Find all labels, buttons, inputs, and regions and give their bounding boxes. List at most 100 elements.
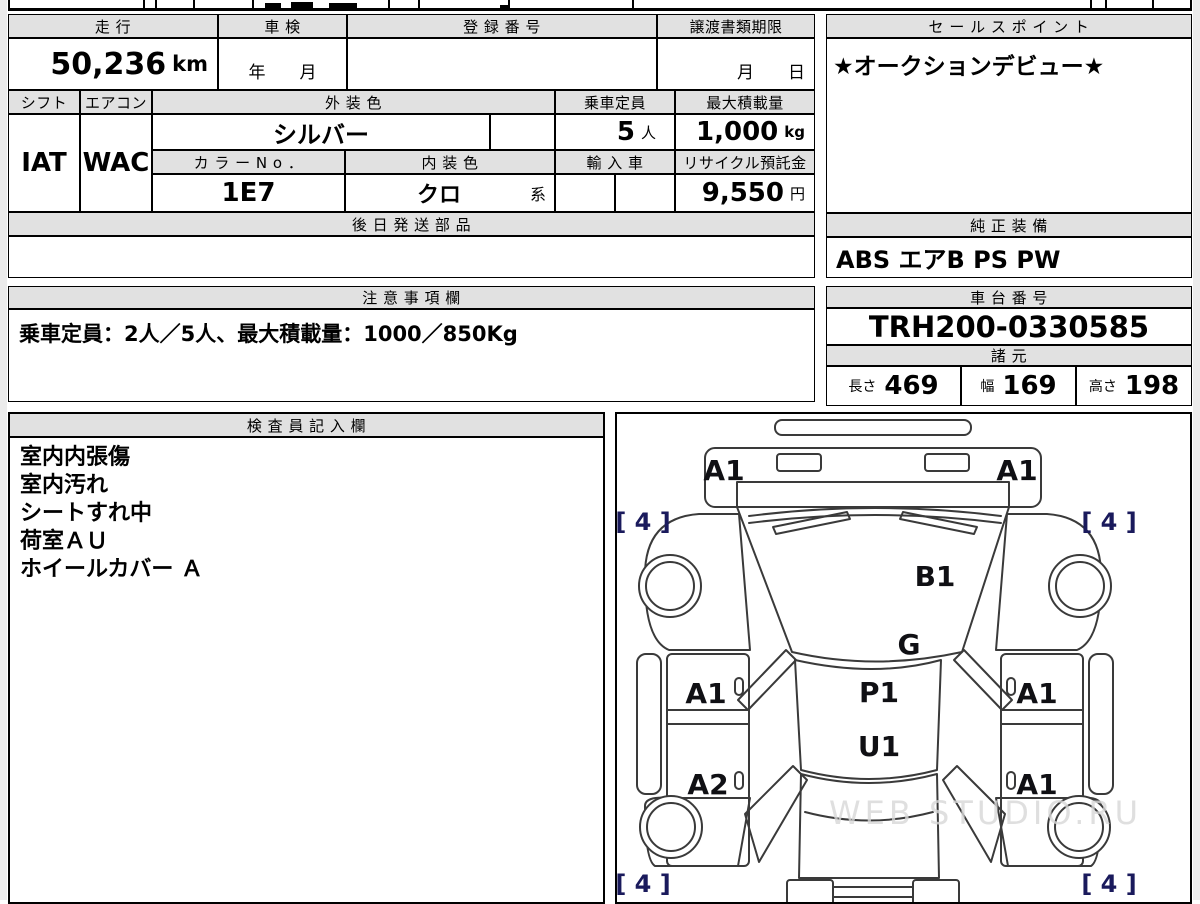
mileage-unit: km: [172, 52, 208, 76]
mileage-value: 50,236 km: [8, 38, 218, 90]
notes-header: 注 意 事 項 欄: [8, 286, 815, 309]
cutoff-divider: [143, 0, 145, 8]
length-label: 長さ: [848, 379, 877, 395]
damage-label-front-right: A1: [996, 454, 1037, 487]
cutoff-divider: [632, 0, 634, 8]
headlight-left-shape: [776, 453, 822, 472]
exterior-color-sub-cell: [490, 114, 555, 150]
rear-bumper-left-shape: [786, 879, 834, 902]
wheel-front-right: [1048, 554, 1112, 618]
damage-diagram-box: WEB STUDIO.RU A1 A1 B1 G P1 U1 A1 A1 A2 …: [615, 412, 1192, 904]
cutoff-divider: [155, 0, 157, 8]
tread-depth-label-front-left: [ 4 ]: [617, 508, 671, 536]
dimension-width: 幅 169: [961, 366, 1076, 406]
damage-label-front-left: A1: [703, 454, 744, 487]
dimensions-header: 諸 元: [826, 345, 1192, 366]
rear-bumper-right-shape: [912, 879, 960, 902]
d-pillar-left-shape: [744, 765, 808, 863]
color-no-value: 1E7: [152, 174, 345, 212]
height-value: 198: [1124, 371, 1180, 401]
page-right-margin: [1193, 0, 1200, 900]
tread-depth-label-rear-left: [ 4 ]: [617, 870, 671, 898]
door-handle-icon: [734, 677, 744, 696]
damage-label-door-rear-right: A1: [1016, 768, 1057, 801]
aircon-value: WAC: [80, 114, 152, 212]
inspector-notes-box: 検 査 員 記 入 欄 室内内張傷 室内汚れ シートすれ中 荷室ＡＵ ホイールカ…: [8, 412, 605, 904]
tread-depth-label-rear-right: [ 4 ]: [1081, 870, 1136, 898]
door-handle-icon: [734, 771, 744, 790]
interior-color-suffix: 系: [529, 185, 546, 204]
sales-equipment-box: セ ー ル ス ポ イ ン ト ★オークションデビュー★ 純 正 装 備 ABS…: [826, 14, 1192, 278]
max-load-value: 1,000 kg: [675, 114, 815, 150]
windshield-shape: [736, 506, 1010, 663]
tread-depth-label-front-right: [ 4 ]: [1081, 508, 1136, 536]
cutoff-text-fragment: [500, 5, 509, 9]
import-header: 輸 入 車: [555, 150, 675, 174]
capacity-header: 乗車定員: [555, 90, 675, 114]
auction-sheet: { "colors": { "header_bg": "#e1e1e1", "l…: [0, 0, 1200, 904]
transfer-deadline-value: 月 日: [657, 38, 815, 90]
width-label: 幅: [980, 379, 995, 395]
max-load-unit: kg: [784, 123, 805, 141]
width-value: 169: [1002, 371, 1057, 401]
shift-header: シフト: [8, 90, 80, 114]
wheel-rear-left: [639, 795, 703, 859]
inspector-notes-list: 室内内張傷 室内汚れ シートすれ中 荷室ＡＵ ホイールカバー Ａ: [20, 444, 593, 584]
door-handle-icon: [1006, 677, 1016, 696]
cutoff-divider: [252, 0, 254, 8]
equipment-header: 純 正 装 備: [826, 213, 1192, 237]
inspector-note-item: 室内内張傷: [20, 445, 131, 470]
inspector-note-item: 荷室ＡＵ: [20, 529, 109, 554]
damage-label-roof-rear: U1: [858, 730, 900, 763]
recycle-deposit-value: 9,550 円: [675, 174, 815, 212]
cowl-line: [748, 514, 1002, 524]
capacity-unit: 人: [640, 123, 656, 142]
cutoff-divider: [1090, 0, 1092, 8]
aircon-header: エアコン: [80, 90, 152, 114]
damage-label-door-front-left: A1: [685, 677, 726, 710]
registration-number-value: [347, 38, 657, 90]
interior-color-header: 内 装 色: [345, 150, 555, 174]
max-load-number: 1,000: [696, 117, 779, 147]
interior-color-name: クロ: [416, 183, 461, 208]
sill-left-shape: [636, 653, 662, 795]
cutoff-text-fragment: [265, 3, 281, 9]
inspector-notes-header: 検 査 員 記 入 欄: [10, 414, 603, 438]
dimension-height: 高さ 198: [1076, 366, 1192, 406]
inspection-header: 車 検: [218, 14, 347, 38]
damage-label-door-front-right: A1: [1016, 677, 1057, 710]
cutoff-divider: [388, 0, 390, 8]
page-left-margin: [0, 0, 7, 900]
import-cell-left: [555, 174, 615, 212]
later-parts-header: 後 日 発 送 部 品: [8, 212, 815, 236]
damage-label-door-rear-left: A2: [687, 768, 728, 801]
damage-label-windshield: B1: [915, 560, 956, 593]
headlight-right-shape: [924, 453, 970, 472]
main-spec-table: 走 行 車 検 登 録 番 号 譲渡書類期限 50,236 km 年 月 月 日…: [8, 14, 815, 278]
front-bumper-shape: [774, 419, 972, 436]
dimension-length: 長さ 469: [826, 366, 961, 406]
damage-label-glass: G: [898, 628, 921, 661]
exterior-color-header: 外 装 色: [152, 90, 555, 114]
sales-point-value: ★オークションデビュー★: [826, 38, 1192, 213]
wheel-front-left: [638, 554, 702, 618]
exterior-color-value: シルバー: [152, 114, 490, 150]
inspection-value: 年 月: [218, 38, 347, 90]
cutoff-text-fragment: [291, 2, 313, 9]
sales-point-header: セ ー ル ス ポ イ ン ト: [826, 14, 1192, 38]
cutoff-text-fragment: [329, 3, 357, 9]
front-panel-shape: [704, 447, 1042, 508]
cutoff-divider: [193, 0, 195, 8]
transfer-deadline-header: 譲渡書類期限: [657, 14, 815, 38]
registration-number-header: 登 録 番 号: [347, 14, 657, 38]
mileage-header: 走 行: [8, 14, 218, 38]
inspector-note-item: 室内汚れ: [20, 473, 109, 498]
later-parts-value: [8, 236, 815, 278]
color-no-header: カ ラ ー N o ．: [152, 150, 345, 174]
recycle-deposit-header: リサイクル預託金: [675, 150, 815, 174]
import-cell-right: [615, 174, 675, 212]
cutoff-row: [8, 0, 1192, 11]
chassis-box: 車 台 番 号 TRH200-0330585 諸 元 長さ 469 幅 169 …: [826, 286, 1192, 406]
inspector-note-item: シートすれ中: [20, 501, 153, 526]
chassis-number-header: 車 台 番 号: [826, 286, 1192, 308]
